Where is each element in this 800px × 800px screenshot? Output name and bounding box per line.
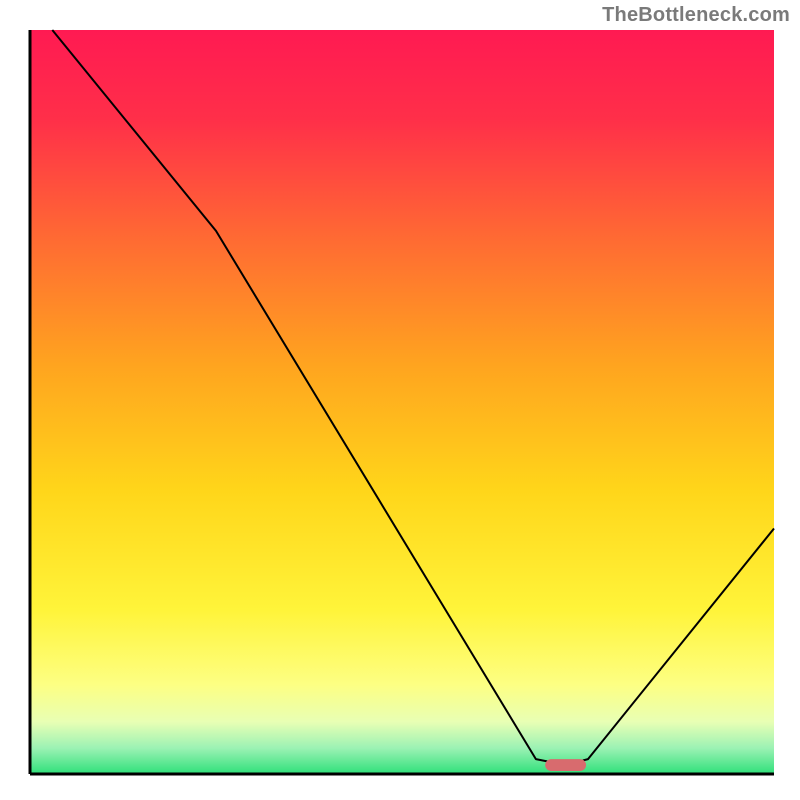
watermark-label: TheBottleneck.com <box>602 4 790 27</box>
chart-background <box>30 30 774 774</box>
chart-container: TheBottleneck.com <box>0 0 800 800</box>
bottleneck-chart <box>0 0 800 800</box>
optimal-marker <box>545 759 586 771</box>
